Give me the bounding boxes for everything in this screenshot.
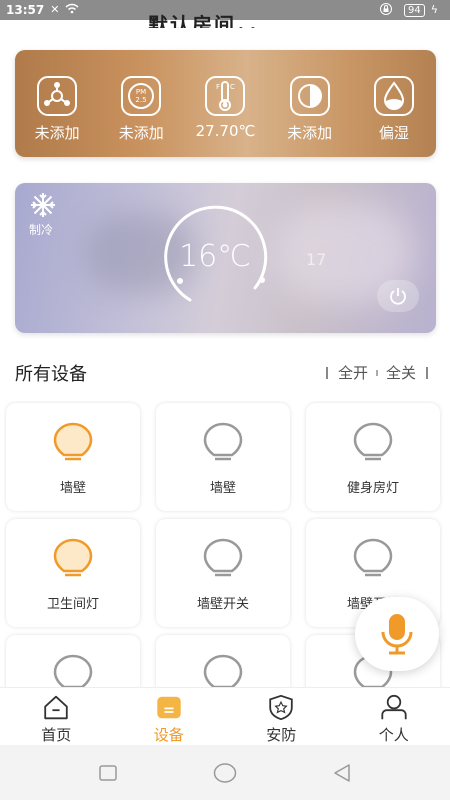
- bulb-off-icon: [353, 422, 393, 461]
- pm25-icon: PM 2.5: [121, 76, 162, 116]
- bulb-off-icon: [203, 654, 243, 687]
- device-label: 墙壁: [209, 481, 236, 496]
- env-label: 未添加: [34, 124, 80, 142]
- thermometer-icon: F C: [205, 76, 246, 116]
- lock-icon: [380, 2, 392, 18]
- snowflake-icon: [31, 193, 55, 217]
- all-off-button[interactable]: 全关: [386, 362, 416, 383]
- env-item-pm25[interactable]: PM 2.5 未添加: [101, 76, 181, 143]
- device-tile[interactable]: 墙壁: [156, 403, 290, 511]
- nav-item-security[interactable]: 安防: [225, 688, 338, 745]
- device-icon: [157, 696, 181, 719]
- shield-icon: [269, 694, 293, 721]
- env-item-air[interactable]: 未添加: [17, 76, 97, 143]
- system-navigation-bar: [0, 745, 450, 800]
- all-on-button[interactable]: 全开: [338, 362, 368, 383]
- back-icon[interactable]: [332, 763, 352, 783]
- device-tile[interactable]: 健身房灯: [306, 403, 440, 511]
- home-icon: [44, 695, 68, 720]
- device-label: 墙壁: [59, 481, 86, 496]
- svg-text:2.5: 2.5: [136, 96, 147, 104]
- home-button-icon[interactable]: [213, 762, 237, 784]
- device-label: 健身房灯: [346, 481, 399, 496]
- recent-apps-icon[interactable]: [98, 764, 118, 782]
- divider: [426, 366, 428, 379]
- environment-card: 未添加 PM 2.5 未添加 F C 27.70℃ 未添加 偏湿: [15, 50, 436, 157]
- bulb-on-icon: [53, 538, 93, 577]
- microphone-icon: [381, 614, 413, 655]
- ac-mode-label: 制冷: [29, 223, 54, 237]
- divider: [325, 366, 328, 379]
- nav-label: 首页: [41, 726, 72, 744]
- ac-temperature: 16℃: [179, 239, 251, 274]
- device-tile[interactable]: 墙壁开关: [156, 519, 290, 627]
- voice-assistant-button[interactable]: [355, 597, 439, 671]
- wifi-icon: [65, 3, 79, 17]
- devices-section-actions: 全开 全关: [316, 362, 438, 383]
- air-purifier-icon: [37, 76, 78, 116]
- device-tile[interactable]: [6, 635, 140, 687]
- nav-item-home[interactable]: 首页: [0, 688, 113, 745]
- env-label: 未添加: [287, 124, 333, 142]
- svg-text:PM: PM: [136, 88, 146, 96]
- bottom-navigation: 首页 设备 安防 个人: [0, 687, 450, 745]
- air-conditioner-card[interactable]: 制冷 16℃ 17: [15, 183, 436, 333]
- nav-label: 安防: [266, 726, 297, 744]
- devices-section-title: 所有设备: [15, 364, 87, 385]
- ac-power-button[interactable]: [377, 280, 419, 312]
- notification-icon: ✕: [50, 3, 60, 16]
- env-item-humidity[interactable]: 偏湿: [354, 76, 434, 143]
- status-time: 13:57: [6, 3, 45, 17]
- bulb-off-icon: [203, 538, 243, 577]
- svg-text:F: F: [216, 83, 220, 91]
- device-tile[interactable]: 墙壁: [6, 403, 140, 511]
- env-item-temperature[interactable]: F C 27.70℃: [185, 76, 265, 140]
- ac-next-temperature: 17: [306, 250, 327, 269]
- env-label: 27.70℃: [195, 122, 256, 140]
- device-label: 卫生间灯: [46, 597, 99, 612]
- nav-item-devices[interactable]: 设备: [113, 688, 226, 745]
- env-label: 偏湿: [378, 124, 409, 142]
- battery-indicator: 94: [404, 3, 425, 17]
- humidity-drop-icon: [373, 76, 414, 116]
- divider: [375, 369, 378, 376]
- nav-item-profile[interactable]: 个人: [338, 688, 450, 745]
- person-icon: [381, 694, 407, 720]
- bulb-off-icon: [353, 538, 393, 577]
- power-icon: [390, 288, 406, 305]
- device-tile[interactable]: [156, 635, 290, 687]
- svg-text:C: C: [230, 83, 235, 91]
- nav-label: 个人: [378, 726, 409, 744]
- room-title[interactable]: 默认房间，，: [148, 12, 270, 28]
- bulb-off-icon: [53, 654, 93, 687]
- env-item-light[interactable]: 未添加: [270, 76, 350, 143]
- device-tile[interactable]: 卫生间灯: [6, 519, 140, 627]
- charging-icon: ϟ: [430, 3, 438, 16]
- env-label: 未添加: [118, 124, 164, 142]
- bulb-on-icon: [53, 422, 93, 461]
- nav-label: 设备: [153, 726, 184, 744]
- device-label: 墙壁开关: [196, 597, 249, 612]
- half-circle-icon: [289, 76, 330, 116]
- bulb-off-icon: [203, 422, 243, 461]
